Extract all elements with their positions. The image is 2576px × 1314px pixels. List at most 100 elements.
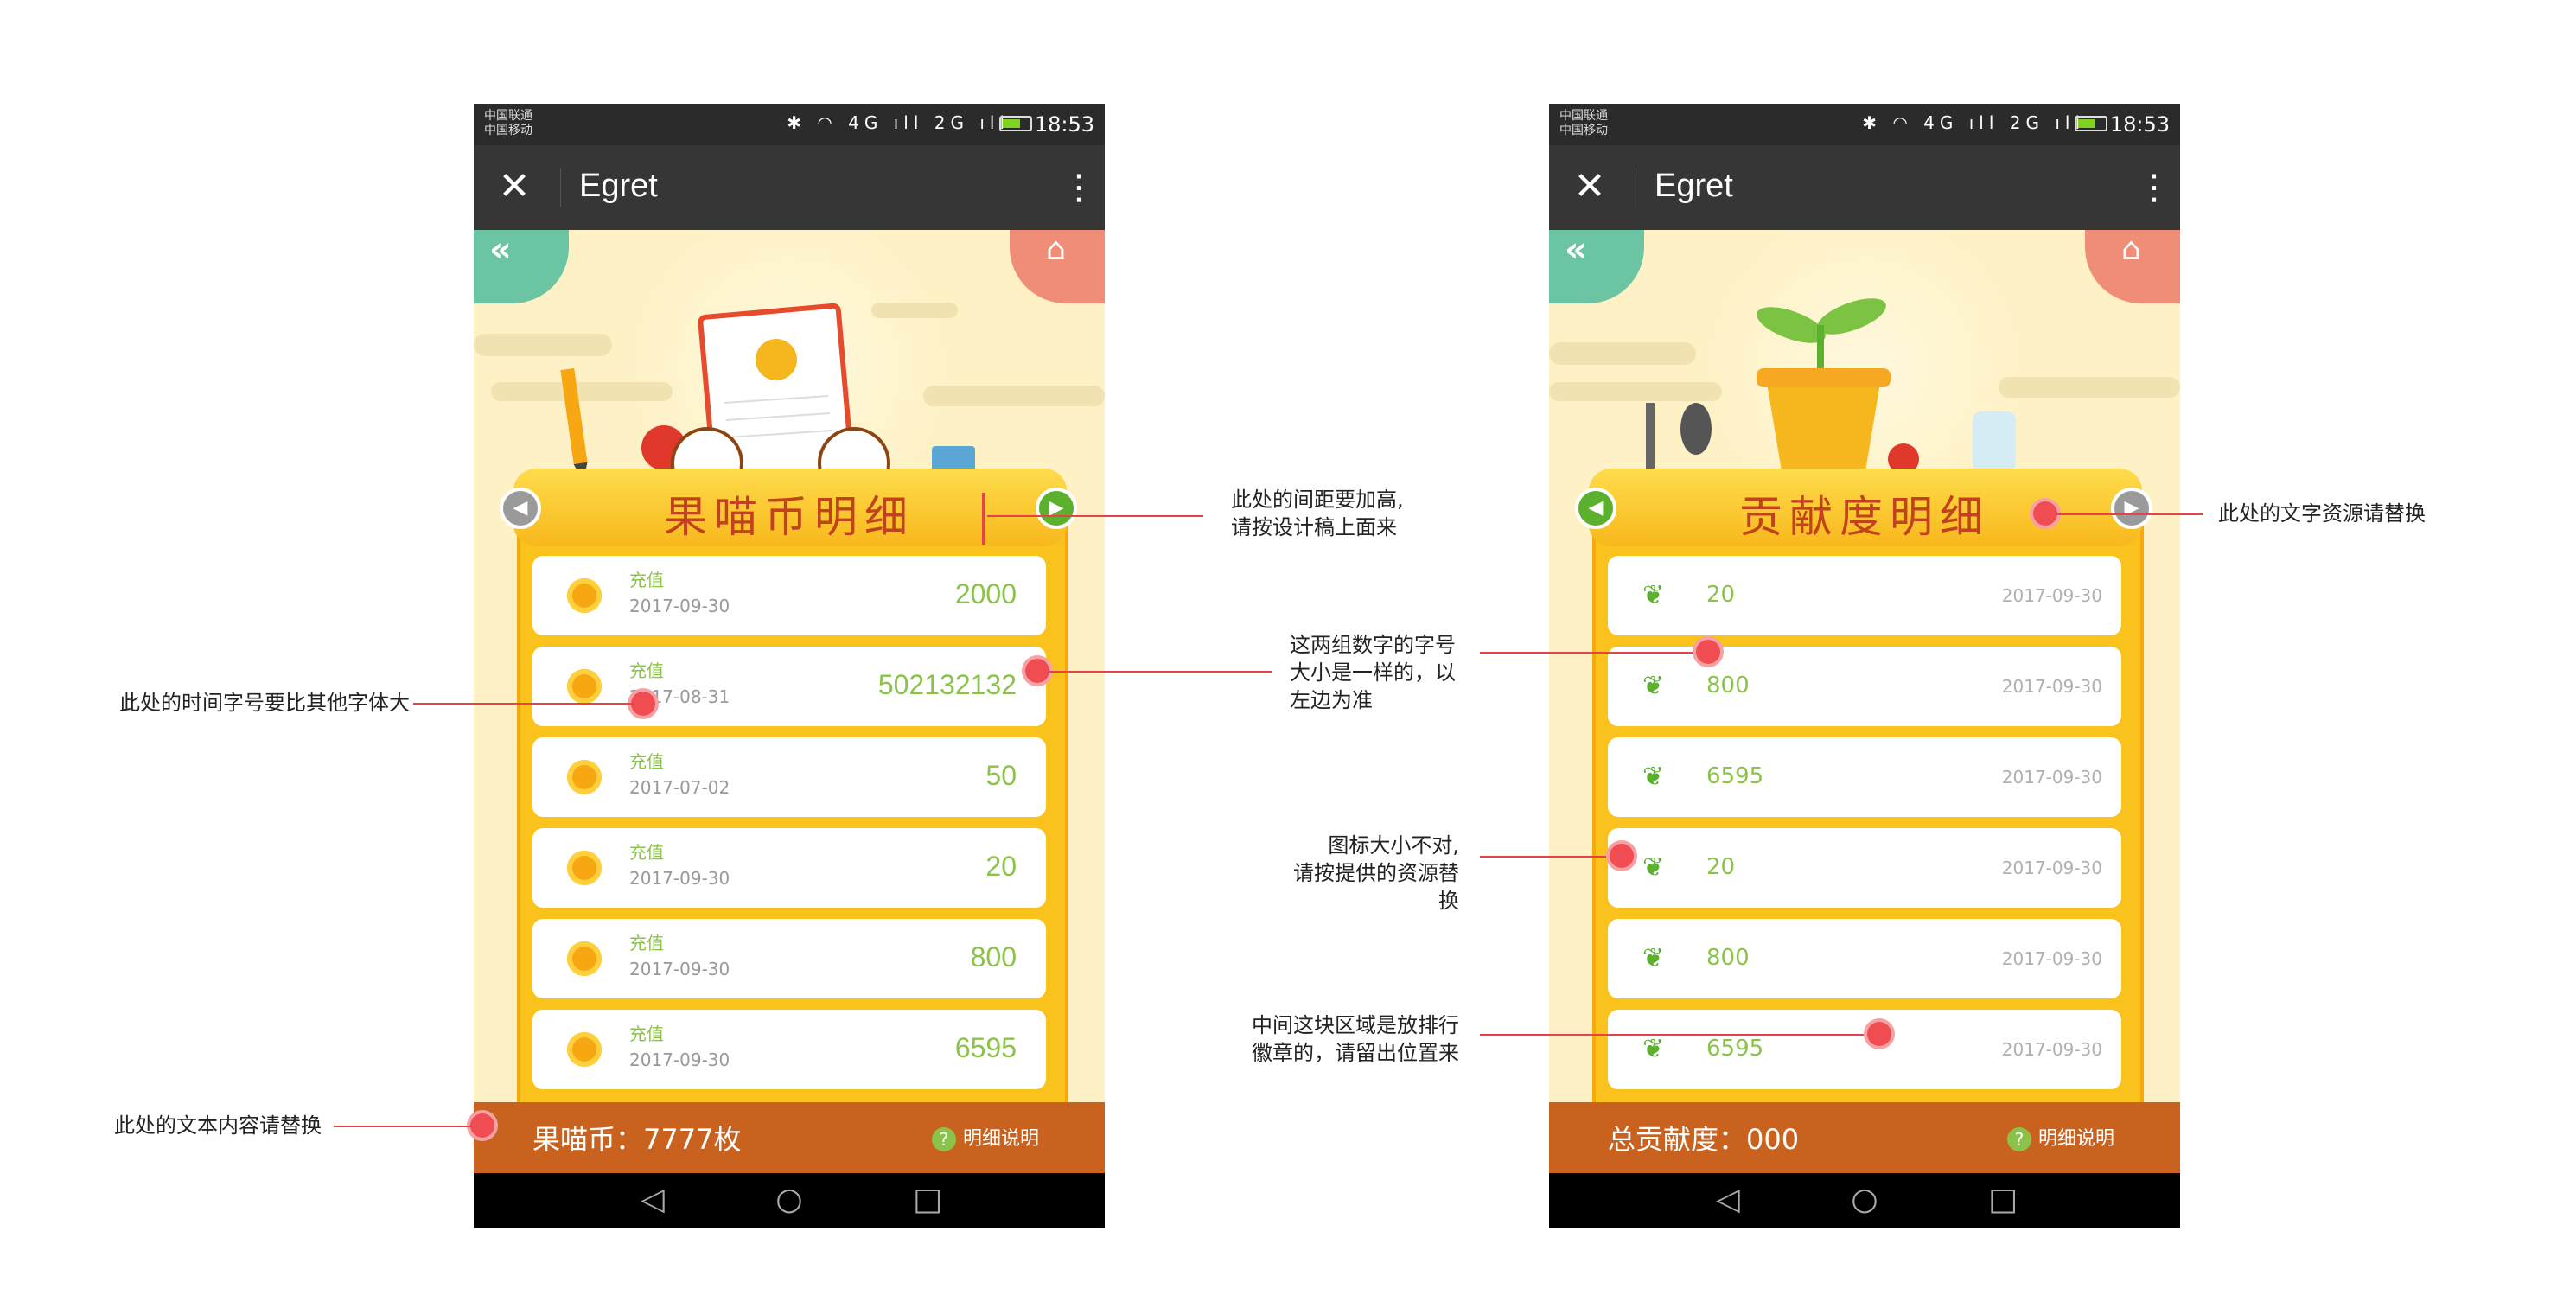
transaction-amount: 502132132 bbox=[877, 669, 1017, 700]
annotation-title-resource: 此处的文字资源请替换 bbox=[2218, 501, 2426, 526]
sprout-icon: ❦ bbox=[1642, 1034, 1665, 1064]
content-area: « ⌂ 果喵币明细 ◀ ▶ 充值 2017-09-30 2000 充值 2017… bbox=[474, 230, 1105, 1102]
annotation-text: 徽章的，请留出位置来 bbox=[1252, 1041, 1459, 1065]
back-button[interactable]: « bbox=[1549, 230, 1644, 303]
transaction-type: 充值 bbox=[629, 1024, 664, 1044]
annotation-line bbox=[1048, 671, 1272, 673]
prev-page-button[interactable]: ◀ bbox=[500, 488, 541, 529]
annotation-dot bbox=[1610, 844, 1634, 868]
status-time: 18:53 bbox=[1034, 112, 1094, 137]
system-nav-bar: ◁ ○ □ bbox=[474, 1173, 1105, 1228]
transaction-date: 2017-07-02 bbox=[629, 777, 730, 798]
status-bar: 中国联通 中国移动 ✱ ◠ 4G ıll 2G ıll 18:53 bbox=[1549, 104, 2180, 145]
coin-total: 果喵币：7777枚 bbox=[532, 1123, 742, 1156]
contribution-date: 2017-09-30 bbox=[2001, 1039, 2102, 1060]
transaction-date: 2017-09-30 bbox=[629, 868, 730, 889]
list-item: 充值 2017-07-02 50 bbox=[532, 737, 1046, 817]
detail-help-button[interactable]: ? 明细说明 bbox=[2006, 1123, 2114, 1151]
annotation-text: 大小是一样的，以 bbox=[1290, 660, 1456, 685]
next-page-button[interactable]: ▶ bbox=[1036, 488, 1077, 529]
list-item: ❦ 20 2017-09-30 bbox=[1608, 556, 2121, 635]
app-bar: ✕ Egret ⋮ bbox=[1549, 145, 2180, 230]
sprout-icon: ❦ bbox=[1642, 580, 1665, 610]
double-chevron-left-icon: « bbox=[1565, 230, 1587, 270]
transaction-amount: 800 bbox=[970, 941, 1017, 973]
transaction-amount: 50 bbox=[985, 760, 1017, 791]
system-nav-bar: ◁ ○ □ bbox=[1549, 1173, 2180, 1228]
nav-back-button[interactable]: ◁ bbox=[633, 1180, 673, 1220]
list-item: 充值 2017-09-30 20 bbox=[532, 828, 1046, 908]
back-button[interactable]: « bbox=[474, 230, 569, 303]
close-button[interactable]: ✕ bbox=[1570, 168, 1610, 207]
home-button[interactable]: ⌂ bbox=[1010, 230, 1105, 303]
nav-home-button[interactable]: ○ bbox=[769, 1180, 809, 1220]
footer-bar: 果喵币：7777枚 ? 明细说明 bbox=[474, 1102, 1105, 1173]
transaction-type: 充值 bbox=[629, 751, 664, 772]
carrier-label: 中国联通 中国移动 bbox=[1559, 109, 1608, 138]
transaction-type: 充值 bbox=[629, 660, 664, 681]
annotation-line bbox=[334, 1126, 472, 1127]
cat-coin-icon bbox=[756, 339, 797, 380]
footer-bar: 总贡献度：000 ? 明细说明 bbox=[1549, 1102, 2180, 1173]
nav-recent-button[interactable]: □ bbox=[1983, 1180, 2023, 1220]
carrier-1: 中国联通 bbox=[1559, 109, 1608, 123]
contribution-date: 2017-09-30 bbox=[2001, 676, 2102, 697]
annotation-text: 请按提供的资源替换 bbox=[1293, 861, 1459, 913]
transaction-amount: 20 bbox=[985, 851, 1017, 882]
question-icon: ? bbox=[931, 1127, 956, 1151]
spacing-arrow bbox=[982, 493, 985, 545]
transaction-type: 充值 bbox=[629, 842, 664, 863]
prev-page-button[interactable]: ◀ bbox=[1575, 488, 1616, 529]
annotation-badge-area: 中间这块区域是放排行 徽章的，请留出位置来 bbox=[1248, 1011, 1459, 1067]
annotation-text: 图标大小不对, bbox=[1328, 833, 1459, 858]
nav-recent-button[interactable]: □ bbox=[908, 1180, 947, 1220]
content-area: « ⌂ 贡献度明细 ◀ ▶ ❦ 20 2017-09-30 ❦ 800 2017… bbox=[1549, 230, 2180, 1102]
annotation-line bbox=[1480, 856, 1610, 858]
detail-help-button[interactable]: ? 明细说明 bbox=[931, 1123, 1039, 1151]
list-item: ❦ 800 2017-09-30 bbox=[1608, 919, 2121, 998]
contribution-date: 2017-09-30 bbox=[2001, 767, 2102, 788]
battery-icon bbox=[999, 116, 1032, 131]
coin-icon bbox=[567, 851, 602, 885]
panel-title: 果喵币明细 bbox=[664, 492, 915, 542]
app-title: Egret bbox=[579, 168, 658, 204]
contribution-value: 6595 bbox=[1706, 763, 1764, 789]
nav-home-button[interactable]: ○ bbox=[1845, 1180, 1884, 1220]
annotation-line bbox=[987, 515, 1203, 517]
sprout-icon: ❦ bbox=[1642, 762, 1665, 792]
close-button[interactable]: ✕ bbox=[494, 168, 534, 207]
contribution-value: 20 bbox=[1706, 854, 1736, 880]
phone-screen-left: 中国联通 中国移动 ✱ ◠ 4G ıll 2G ıll 18:53 ✕ Egre… bbox=[474, 104, 1105, 1228]
contribution-date: 2017-09-30 bbox=[2001, 858, 2102, 878]
carrier-2: 中国移动 bbox=[1559, 124, 1608, 137]
annotation-text: 中间这块区域是放排行 bbox=[1252, 1013, 1459, 1037]
annotation-dot bbox=[1025, 659, 1049, 683]
contribution-date: 2017-09-30 bbox=[2001, 585, 2102, 606]
signal-icons: ✱ ◠ 4G ıll 2G ıll bbox=[1862, 112, 2085, 133]
list-item: 充值 2017-09-30 6595 bbox=[532, 1010, 1046, 1089]
status-bar: 中国联通 中国移动 ✱ ◠ 4G ıll 2G ıll 18:53 bbox=[474, 104, 1105, 145]
more-options-button[interactable]: ⋮ bbox=[2137, 166, 2171, 209]
home-button[interactable]: ⌂ bbox=[2085, 230, 2180, 303]
carrier-label: 中国联通 中国移动 bbox=[484, 109, 532, 138]
app-bar: ✕ Egret ⋮ bbox=[474, 145, 1105, 230]
nav-back-button[interactable]: ◁ bbox=[1708, 1180, 1748, 1220]
annotation-line bbox=[1480, 652, 1713, 654]
signal-icons: ✱ ◠ 4G ıll 2G ıll bbox=[787, 112, 1010, 133]
plant-pot-illustration bbox=[1646, 298, 2016, 476]
next-page-button[interactable]: ▶ bbox=[2111, 488, 2152, 529]
list-item: 充值 2017-09-30 800 bbox=[532, 919, 1046, 998]
annotation-line bbox=[413, 703, 634, 705]
coin-icon bbox=[567, 760, 602, 794]
pencil-icon bbox=[560, 367, 588, 481]
list-item: 充值 2017-08-31 502132132 bbox=[532, 647, 1046, 726]
contribution-value: 800 bbox=[1706, 945, 1750, 971]
annotation-text: 左边为准 bbox=[1290, 688, 1373, 712]
annotation-dot bbox=[470, 1113, 494, 1138]
annotation-icon-size: 图标大小不对, 请按提供的资源替换 bbox=[1278, 832, 1459, 915]
annotation-text: 此处的间距要加高, bbox=[1231, 488, 1404, 512]
transaction-type: 充值 bbox=[629, 570, 664, 590]
more-options-button[interactable]: ⋮ bbox=[1062, 166, 1096, 209]
annotation-dot bbox=[2033, 501, 2057, 526]
carrier-2: 中国移动 bbox=[484, 124, 532, 137]
